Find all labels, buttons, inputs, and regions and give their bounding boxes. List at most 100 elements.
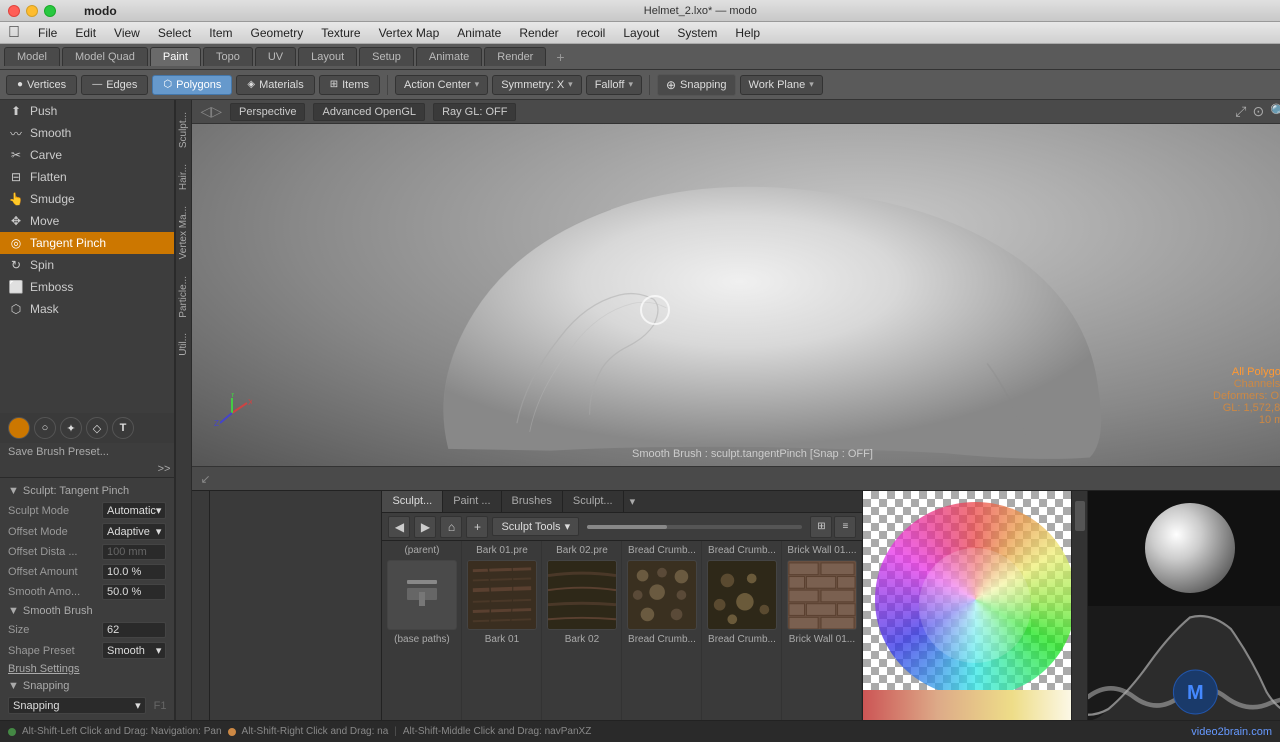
tab-layout[interactable]: Layout (298, 47, 357, 66)
toolbar-vertices-btn[interactable]: ● Vertices (6, 75, 77, 95)
size-slider[interactable] (587, 525, 802, 529)
snapping-header[interactable]: ▼ Snapping (8, 677, 166, 695)
save-brush-btn[interactable]: Save Brush Preset... (0, 443, 174, 461)
snapping-dropdown[interactable]: Snapping ▾ (8, 697, 146, 714)
menu-file[interactable]: File (30, 24, 65, 42)
tool-emboss[interactable]: ⬜ Emboss (0, 276, 174, 298)
toolbar-polygons-btn[interactable]: ⬡ Polygons (152, 75, 232, 95)
tab-model-quad[interactable]: Model Quad (62, 47, 148, 66)
raygl-btn[interactable]: Ray GL: OFF (433, 103, 516, 121)
offset-mode-dropdown[interactable]: Adaptive ▾ (102, 523, 166, 540)
side-tab-particle[interactable]: Particle... (176, 268, 191, 326)
toolbar-items-btn[interactable]: ⊞ Items (319, 75, 380, 95)
tab-paint[interactable]: Paint (150, 47, 201, 66)
color-gradient-strip[interactable] (863, 690, 1087, 720)
menu-texture[interactable]: Texture (313, 24, 368, 42)
nav-prev-btn[interactable]: ◀ (388, 516, 410, 538)
symmetry-dropdown[interactable]: Symmetry: X ▾ (492, 75, 581, 95)
bottom-tab-dropdown[interactable]: ▾ (624, 491, 642, 512)
menu-view[interactable]: View (106, 24, 148, 42)
work-plane-dropdown[interactable]: Work Plane ▾ (740, 75, 823, 95)
nav-next-btn[interactable]: ▶ (414, 516, 436, 538)
menu-system[interactable]: System (669, 24, 725, 42)
offset-amount-input[interactable]: 10.0 % (102, 564, 166, 580)
menu-help[interactable]: Help (727, 24, 768, 42)
color-scroll[interactable] (1071, 491, 1087, 720)
viewport-nav-icon[interactable]: ◁▷ (200, 103, 222, 120)
apple-system-icon[interactable]:  (8, 24, 20, 42)
tool-mask[interactable]: ⬡ Mask (0, 298, 174, 320)
brush-preset-circle-filled[interactable] (8, 417, 30, 439)
perspective-btn[interactable]: Perspective (230, 103, 305, 121)
smooth-brush-header[interactable]: ▼ Smooth Brush (8, 602, 166, 620)
sculpt-mode-dropdown[interactable]: Automatic ▾ (102, 502, 166, 519)
offset-dist-value[interactable]: 100 mm (102, 544, 166, 560)
tab-render[interactable]: Render (484, 47, 546, 66)
brush-preset-diamond[interactable]: ◇ (86, 417, 108, 439)
action-center-dropdown[interactable]: Action Center ▾ (395, 75, 488, 95)
tab-setup[interactable]: Setup (359, 47, 414, 66)
transform-icon[interactable]: ⤢ (1235, 103, 1246, 120)
brush-preset-star[interactable]: ✦ (60, 417, 82, 439)
menu-select[interactable]: Select (150, 24, 199, 42)
tool-smudge[interactable]: 👆 Smudge (0, 188, 174, 210)
snapping-button[interactable]: ⊕ Snapping (657, 74, 736, 96)
brush-settings-btn[interactable]: Brush Settings (8, 663, 166, 675)
brush-thumb-parent[interactable] (387, 560, 457, 630)
brush-thumb-bw[interactable] (787, 560, 857, 630)
search-icon[interactable]: 🔍 (1270, 103, 1280, 120)
maximize-button[interactable] (44, 5, 56, 17)
menu-recoil[interactable]: recoil (569, 24, 614, 42)
reset-view-icon[interactable]: ⊙ (1253, 103, 1265, 120)
bottom-tab-paint[interactable]: Paint ... (443, 491, 501, 512)
menu-geometry[interactable]: Geometry (243, 24, 312, 42)
menu-item[interactable]: Item (201, 24, 240, 42)
app-menu-item[interactable]: modo (84, 4, 117, 18)
menu-render[interactable]: Render (511, 24, 566, 42)
viewport-x-icon[interactable]: ↙ (200, 472, 210, 486)
tab-model[interactable]: Model (4, 47, 60, 66)
brush-thumb-bark02[interactable] (547, 560, 617, 630)
bottom-tab-sculpt[interactable]: Sculpt... (382, 491, 443, 512)
tab-topo[interactable]: Topo (203, 47, 253, 66)
menu-vertex-map[interactable]: Vertex Map (371, 24, 448, 42)
menu-animate[interactable]: Animate (449, 24, 509, 42)
tab-animate[interactable]: Animate (416, 47, 482, 66)
tool-smooth[interactable]: 〰 Smooth (0, 122, 174, 144)
menu-edit[interactable]: Edit (67, 24, 104, 42)
tool-push[interactable]: ⬆ Push (0, 100, 174, 122)
bottom-tab-sculpt2[interactable]: Sculpt... (563, 491, 624, 512)
viewport-canvas[interactable]: All Polygons Channels: 0 Deformers: OFF … (192, 124, 1280, 466)
falloff-dropdown[interactable]: Falloff ▾ (586, 75, 642, 95)
menu-layout[interactable]: Layout (615, 24, 667, 42)
shape-preset-dropdown[interactable]: Smooth ▾ (102, 642, 166, 659)
mode-btn-2[interactable]: ≡ (834, 516, 856, 538)
tool-flatten[interactable]: ⊟ Flatten (0, 166, 174, 188)
brush-preset-T[interactable]: T (112, 417, 134, 439)
side-tab-util[interactable]: Util... (176, 325, 191, 364)
side-tab-vertex[interactable]: Vertex Ma... (176, 198, 191, 267)
close-button[interactable] (8, 5, 20, 17)
smooth-amount-input[interactable]: 50.0 % (102, 584, 166, 600)
mode-btn-1[interactable]: ⊞ (810, 516, 832, 538)
expand-btn[interactable]: >> (158, 463, 171, 475)
bottom-tab-brushes[interactable]: Brushes (502, 491, 563, 512)
tool-carve[interactable]: ✂ Carve (0, 144, 174, 166)
brush-preset-circle-outline[interactable]: ○ (34, 417, 56, 439)
brush-thumb-bark01[interactable] (467, 560, 537, 630)
side-tab-hair[interactable]: Hair... (176, 156, 191, 198)
home-btn[interactable]: ⌂ (440, 516, 462, 538)
add-tab-button[interactable]: + (548, 46, 572, 68)
opengl-btn[interactable]: Advanced OpenGL (313, 103, 425, 121)
tool-spin[interactable]: ↻ Spin (0, 254, 174, 276)
toolbar-materials-btn[interactable]: ◈ Materials (236, 75, 314, 95)
sculpt-tools-dropdown[interactable]: Sculpt Tools ▾ (492, 517, 579, 536)
tool-tangent-pinch[interactable]: ◎ Tangent Pinch (0, 232, 174, 254)
side-tab-sculpt[interactable]: Sculpt... (176, 104, 191, 156)
tool-move[interactable]: ✥ Move (0, 210, 174, 232)
tab-uv[interactable]: UV (255, 47, 296, 66)
brush-thumb-bc2[interactable] (707, 560, 777, 630)
toolbar-edges-btn[interactable]: — Edges (81, 75, 148, 95)
add-preset-btn[interactable]: + (466, 516, 488, 538)
size-input[interactable]: 62 (102, 622, 166, 638)
